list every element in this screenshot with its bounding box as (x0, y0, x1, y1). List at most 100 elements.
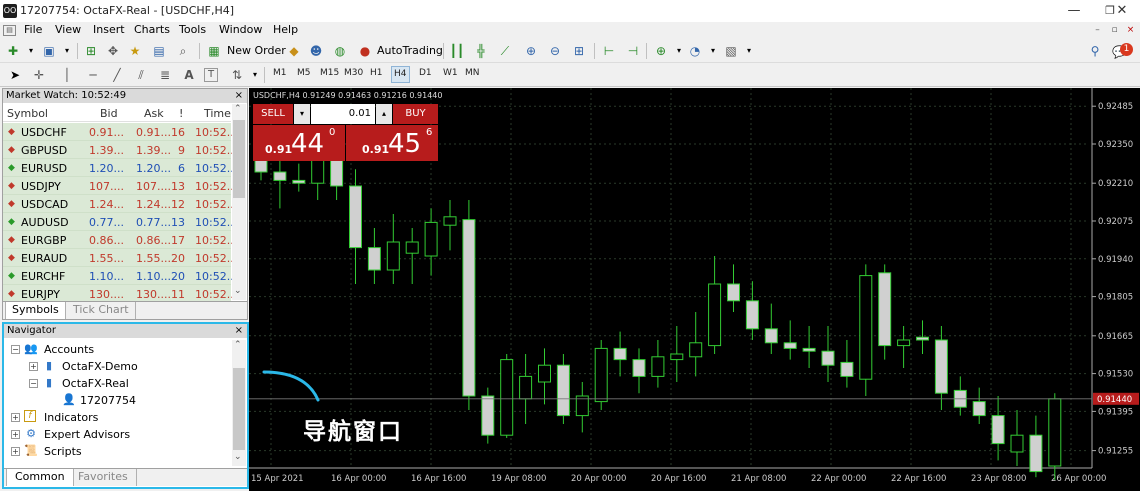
notifications-button[interactable]: 💬 1 (1112, 42, 1134, 60)
scroll-up-icon[interactable]: ⌃ (234, 340, 242, 350)
dropdown-arrow-icon[interactable]: ▾ (246, 66, 264, 84)
column-time[interactable]: Time (204, 107, 231, 120)
dropdown-arrow-icon[interactable]: ▾ (58, 42, 76, 60)
menu-help[interactable]: Help (273, 23, 298, 36)
menu-file[interactable]: File (24, 23, 42, 36)
line-chart-icon[interactable]: ⟋ (496, 42, 514, 60)
timeframe-m1[interactable]: M1 (273, 68, 287, 78)
column-ask[interactable]: Ask (144, 107, 164, 120)
chart-shift-icon[interactable]: ⊢ (600, 42, 618, 60)
auto-scroll-icon[interactable]: ⊣ (624, 42, 642, 60)
tree-item-octafx-demo[interactable]: OctaFX-Demo (62, 360, 138, 373)
market-watch-row[interactable]: ◆ EURUSD 1.20... 1.20... 6 10:52... (3, 159, 237, 177)
text-tool-icon[interactable]: A (180, 66, 198, 84)
collapse-icon[interactable]: − (11, 345, 20, 354)
close-icon[interactable]: × (235, 324, 243, 338)
menu-insert[interactable]: Insert (93, 23, 125, 36)
market-watch-row[interactable]: ◆ USDCAD 1.24... 1.24... 12 10:52... (3, 195, 237, 213)
buy-button[interactable]: BUY (393, 104, 438, 124)
data-window-icon[interactable]: ✥ (104, 42, 122, 60)
indicators-list-icon[interactable]: ⊕ (652, 42, 670, 60)
market-watch-row[interactable]: ◆ GBPUSD 1.39... 1.39... 9 10:52... (3, 141, 237, 159)
market-watch-row[interactable]: ◆ USDCHF 0.91... 0.91... 16 10:52... (3, 123, 237, 141)
profiles-icon[interactable]: ▣ (40, 42, 58, 60)
new-chart-icon[interactable]: ✚ (4, 42, 22, 60)
strategy-tester-icon[interactable]: ⌕ (174, 42, 192, 60)
navigator-scrollbar[interactable]: ⌃ ⌄ (232, 340, 246, 466)
tree-item-expert-advisors[interactable]: Expert Advisors (44, 428, 130, 441)
tile-windows-icon[interactable]: ⊞ (570, 42, 588, 60)
column-bid[interactable]: Bid (100, 107, 118, 120)
text-label-icon[interactable]: T (204, 68, 218, 82)
tree-item-accounts[interactable]: Accounts (44, 343, 94, 356)
column-spread[interactable]: ! (179, 107, 183, 120)
autotrading-icon[interactable]: ● (356, 42, 374, 60)
scrollbar-thumb[interactable] (233, 368, 245, 450)
fibonacci-icon[interactable]: ≣ (156, 66, 174, 84)
tree-item-account-number[interactable]: 17207754 (80, 394, 136, 407)
market-watch-icon[interactable]: ⊞ (82, 42, 100, 60)
templates-icon[interactable]: ▧ (722, 42, 740, 60)
tree-item-indicators[interactable]: Indicators (44, 411, 98, 424)
close-icon[interactable]: ✕ (1104, 0, 1140, 22)
sell-price-button[interactable]: 0.91 44 0 (253, 125, 345, 161)
dropdown-arrow-icon[interactable]: ▾ (704, 42, 722, 60)
timeframe-m30[interactable]: M30 (344, 68, 363, 78)
timeframe-d1[interactable]: D1 (419, 68, 432, 78)
menu-charts[interactable]: Charts (134, 23, 170, 36)
signals-icon[interactable]: ☻ (307, 42, 325, 60)
expand-icon[interactable]: + (11, 413, 20, 422)
close-icon[interactable]: × (235, 89, 243, 103)
mdi-restore-icon[interactable]: ▫ (1108, 24, 1121, 36)
navigator-icon[interactable]: ★ (126, 42, 144, 60)
periods-icon[interactable]: ◔ (686, 42, 704, 60)
vertical-line-icon[interactable]: │ (58, 66, 76, 84)
menu-window[interactable]: Window (219, 23, 262, 36)
mdi-minimize-icon[interactable]: – (1091, 24, 1104, 36)
market-watch-row[interactable]: ◆ EURAUD 1.55... 1.55... 20 10:52... (3, 249, 237, 267)
tab-symbols[interactable]: Symbols (5, 302, 66, 319)
market-watch-row[interactable]: ◆ USDJPY 107.... 107.... 13 10:52... (3, 177, 237, 195)
timeframe-m5[interactable]: M5 (297, 68, 311, 78)
minimize-icon[interactable]: — (1056, 0, 1092, 22)
arrows-icon[interactable]: ⇅ (228, 66, 246, 84)
timeframe-w1[interactable]: W1 (443, 68, 458, 78)
trendline-icon[interactable]: ╱ (108, 66, 126, 84)
dropdown-arrow-icon[interactable]: ▾ (22, 42, 40, 60)
scroll-down-icon[interactable]: ⌄ (234, 452, 242, 462)
autotrading-button[interactable]: AutoTrading (377, 44, 443, 57)
tab-favorites[interactable]: Favorites (70, 469, 137, 486)
terminal-icon[interactable]: ▤ (150, 42, 168, 60)
crosshair-icon[interactable]: ✛ (30, 66, 48, 84)
metaeditor-icon[interactable]: ◆ (285, 42, 303, 60)
menu-view[interactable]: View (55, 23, 81, 36)
bar-chart-icon[interactable]: ┃┃ (448, 42, 466, 60)
dropdown-arrow-icon[interactable]: ▾ (740, 42, 758, 60)
tab-tick-chart[interactable]: Tick Chart (67, 302, 136, 319)
collapse-icon[interactable]: − (29, 379, 38, 388)
market-icon[interactable]: ◍ (331, 42, 349, 60)
scrollbar-thumb[interactable] (233, 120, 245, 198)
market-watch-row[interactable]: ◆ AUDUSD 0.77... 0.77... 13 10:52... (3, 213, 237, 231)
buy-price-button[interactable]: 0.91 45 6 (346, 125, 438, 161)
market-watch-row[interactable]: ◆ EURGBP 0.86... 0.86... 17 10:52... (3, 231, 237, 249)
expand-icon[interactable]: + (29, 362, 38, 371)
timeframe-h1[interactable]: H1 (370, 68, 383, 78)
zoom-in-icon[interactable]: ⊕ (522, 42, 540, 60)
menu-tools[interactable]: Tools (179, 23, 206, 36)
scroll-up-icon[interactable]: ⌃ (234, 104, 242, 114)
column-symbol[interactable]: Symbol (7, 107, 48, 120)
equidistant-channel-icon[interactable]: ⫽ (132, 66, 150, 84)
lot-decrease-icon[interactable]: ▾ (294, 104, 310, 124)
lot-size-input[interactable]: 0.01 (311, 104, 375, 124)
candlestick-icon[interactable]: ╬ (472, 42, 490, 60)
timeframe-mn[interactable]: MN (465, 68, 480, 78)
cursor-icon[interactable]: ➤ (6, 66, 24, 84)
expand-icon[interactable]: + (11, 430, 20, 439)
mdi-close-icon[interactable]: × (1124, 24, 1137, 36)
market-watch-scrollbar[interactable]: ⌃ ⌄ (232, 104, 246, 300)
new-order-button[interactable]: New Order (227, 44, 286, 57)
timeframe-m15[interactable]: M15 (320, 68, 339, 78)
search-icon[interactable]: ⚲ (1086, 42, 1104, 60)
scroll-down-icon[interactable]: ⌄ (234, 286, 242, 296)
